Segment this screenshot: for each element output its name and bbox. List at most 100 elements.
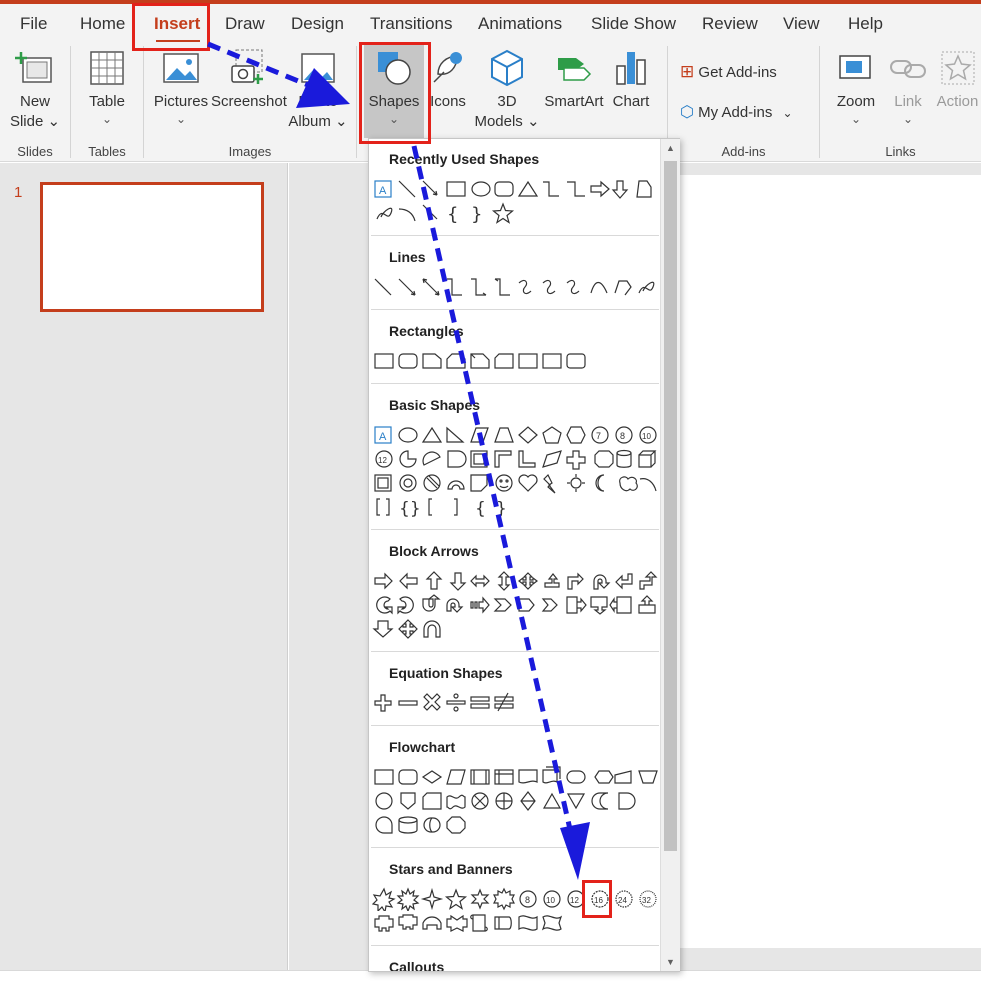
shapes-gallery: Recently Used Shapes A { } Lines Rectang… <box>368 138 680 972</box>
svg-text:12: 12 <box>378 456 387 465</box>
my-addins-button[interactable]: ⬡ My Add-ins ⌄ <box>680 102 793 122</box>
section-divider <box>371 725 659 726</box>
tab-file[interactable]: File <box>20 14 47 34</box>
tab-slide-show[interactable]: Slide Show <box>591 14 676 34</box>
zoom-button[interactable]: Zoom ⌄ <box>830 42 882 126</box>
rectangles-row[interactable] <box>372 349 662 373</box>
section-divider <box>371 651 659 652</box>
scroll-up-arrow-icon[interactable]: ▲ <box>661 139 680 157</box>
basic-shapes-row-3[interactable] <box>372 471 662 495</box>
my-addins-label: My Add-ins <box>698 104 773 121</box>
scroll-down-arrow-icon[interactable]: ▼ <box>661 953 680 971</box>
section-rectangles: Rectangles <box>389 323 464 339</box>
3d-models-label-2: Models ⌄ <box>474 113 540 130</box>
get-addins-label: Get Add-ins <box>698 64 777 81</box>
stars-banners-row-1[interactable]: 8 10 12 16 24 32 <box>372 887 662 911</box>
svg-text:{: { <box>475 499 486 519</box>
svg-text:A: A <box>379 431 387 443</box>
new-slide-button[interactable]: New Slide ⌄ <box>8 42 62 132</box>
scroll-thumb[interactable] <box>664 161 677 851</box>
tab-review[interactable]: Review <box>702 14 758 34</box>
tab-animations[interactable]: Animations <box>478 14 562 34</box>
chart-label: Chart <box>612 93 650 110</box>
ribbon-separator <box>143 46 144 158</box>
pictures-label: Pictures <box>153 93 209 110</box>
table-button[interactable]: Table ⌄ <box>80 42 134 126</box>
star-16-points-highlight <box>582 880 612 918</box>
table-label: Table <box>89 93 125 110</box>
svg-text:24: 24 <box>618 896 627 905</box>
recent-shapes-row-1[interactable]: A <box>372 177 662 201</box>
chevron-down-icon: ⌄ <box>782 106 793 120</box>
table-caret: ⌄ <box>101 112 113 126</box>
ribbon-separator <box>819 46 820 158</box>
section-divider <box>371 529 659 530</box>
equation-shapes-row[interactable] <box>372 691 662 715</box>
slide-thumbnail[interactable] <box>40 182 264 312</box>
photo-album-button[interactable]: Photo Album ⌄ <box>288 42 348 132</box>
addin-icon: ⬡ <box>680 104 694 121</box>
section-divider <box>371 235 659 236</box>
smartart-icon <box>558 58 592 81</box>
screenshot-icon <box>231 49 263 84</box>
icons-button[interactable]: Icons <box>426 42 470 112</box>
tab-home[interactable]: Home <box>80 14 125 34</box>
zoom-caret: ⌄ <box>850 112 862 126</box>
flowchart-row-2[interactable] <box>372 789 662 813</box>
get-addins-button[interactable]: ⊞ Get Add-ins <box>680 62 777 82</box>
screenshot-button[interactable]: Screenshot <box>211 42 287 112</box>
slide-number: 1 <box>14 184 23 201</box>
shapes-menu-scrollbar[interactable]: ▲ ▼ <box>660 139 680 971</box>
svg-text:8: 8 <box>525 895 530 905</box>
block-arrows-row-1[interactable] <box>372 569 662 593</box>
action-label: Action <box>936 93 979 110</box>
tab-help[interactable]: Help <box>848 14 883 34</box>
shapes-button-highlight <box>359 42 431 144</box>
zoom-icon <box>839 55 871 79</box>
photo-album-label-1: Photo <box>298 93 338 110</box>
section-divider <box>371 847 659 848</box>
group-label-addins: Add-ins <box>721 144 766 159</box>
smartart-button[interactable]: SmartArt <box>542 42 606 112</box>
section-divider <box>371 383 659 384</box>
flowchart-row-1[interactable] <box>372 765 662 789</box>
pictures-icon <box>163 53 199 83</box>
screenshot-label: Screenshot <box>211 93 287 110</box>
link-button[interactable]: Link ⌄ <box>886 42 930 126</box>
pictures-button[interactable]: Pictures ⌄ <box>153 42 209 126</box>
link-label: Link <box>894 93 922 110</box>
tab-draw[interactable]: Draw <box>225 14 265 34</box>
slide-canvas[interactable] <box>660 175 981 948</box>
zoom-label: Zoom <box>836 93 876 110</box>
link-caret: ⌄ <box>902 112 914 126</box>
chart-button[interactable]: Chart <box>608 42 654 112</box>
section-recently-used-shapes: Recently Used Shapes <box>389 151 540 167</box>
flowchart-row-3[interactable] <box>372 813 662 837</box>
3d-models-label-1: 3D <box>497 93 517 110</box>
photo-album-icon <box>301 53 335 83</box>
recent-shapes-row-2[interactable]: { } <box>372 201 662 225</box>
basic-shapes-row-2[interactable]: 12 <box>372 447 662 471</box>
new-slide-label-2: Slide ⌄ <box>9 113 61 130</box>
section-callouts: Callouts <box>389 959 445 972</box>
action-button[interactable]: Action <box>934 42 981 112</box>
group-label-links: Links <box>885 144 916 159</box>
photo-album-label-2: Album ⌄ <box>288 113 348 130</box>
ribbon-separator <box>356 46 357 158</box>
tab-transitions[interactable]: Transitions <box>370 14 453 34</box>
group-label-images: Images <box>228 144 272 159</box>
svg-text:A: A <box>379 185 387 197</box>
tab-design[interactable]: Design <box>291 14 344 34</box>
section-divider <box>371 309 659 310</box>
3d-models-button[interactable]: 3D Models ⌄ <box>474 42 540 132</box>
basic-shapes-row-1[interactable]: A 7 8 10 <box>372 423 662 447</box>
smartart-label: SmartArt <box>544 93 604 110</box>
block-arrows-row-2[interactable] <box>372 593 662 617</box>
stars-banners-row-2[interactable] <box>372 911 662 935</box>
block-arrows-row-3[interactable] <box>372 617 662 641</box>
tab-view[interactable]: View <box>783 14 820 34</box>
svg-text:}: } <box>496 499 507 519</box>
basic-shapes-row-4[interactable]: {} { } <box>372 495 662 519</box>
lines-row[interactable] <box>372 275 662 299</box>
group-label-tables: Tables <box>88 144 126 159</box>
